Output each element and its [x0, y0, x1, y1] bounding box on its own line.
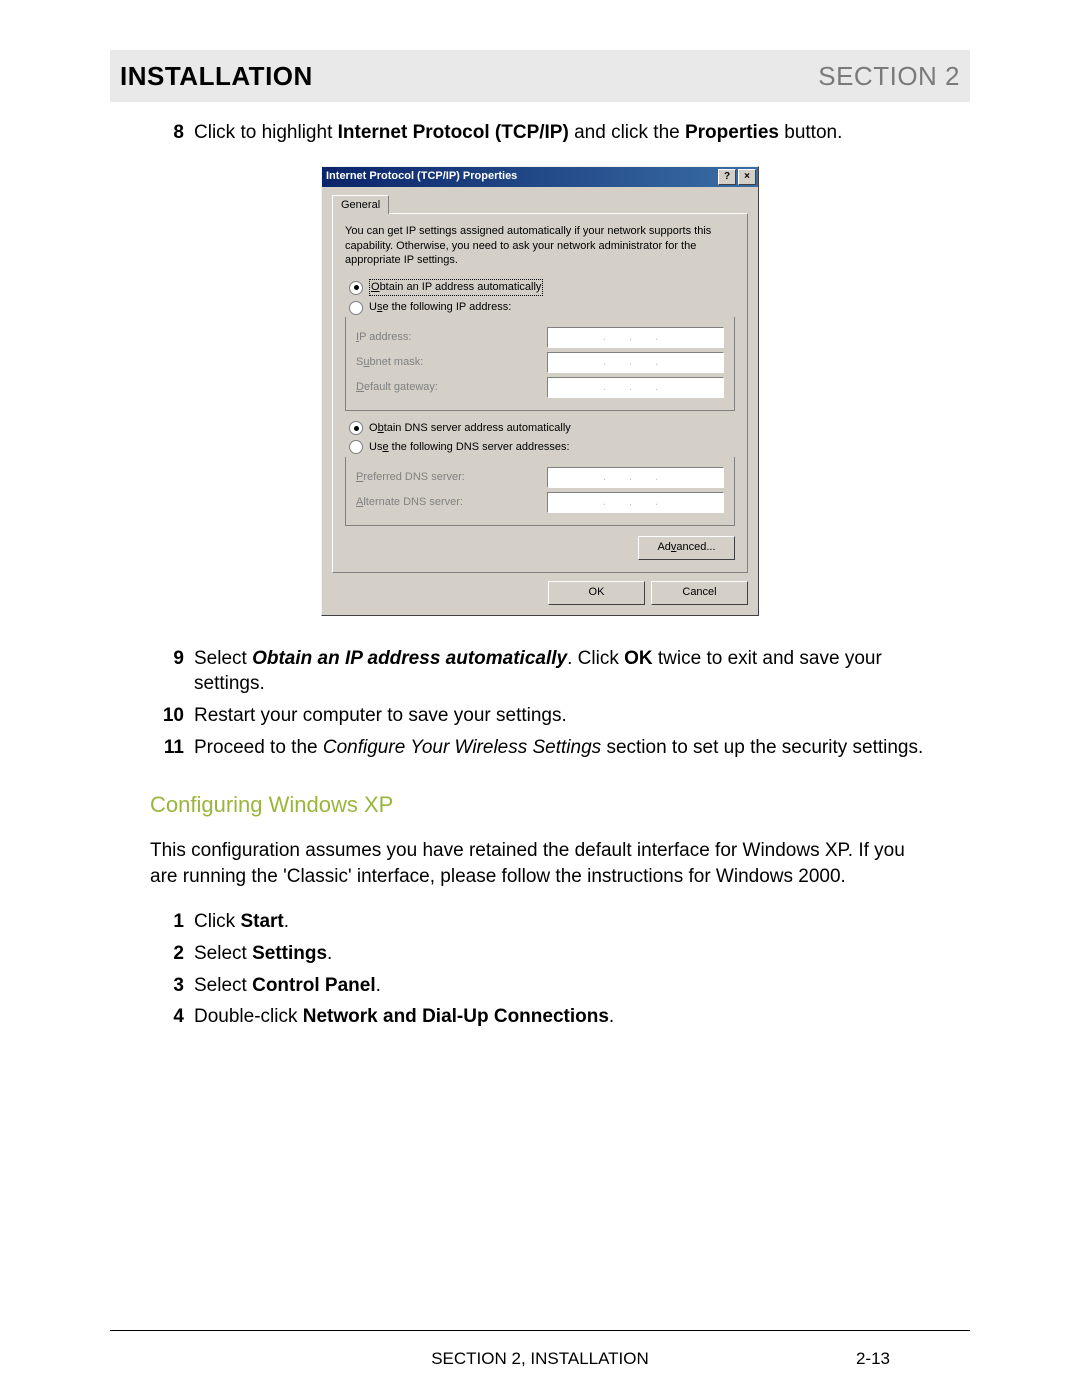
step-11: 11 Proceed to the Configure Your Wireles… [150, 735, 930, 761]
header-section: SECTION 2 [818, 61, 960, 92]
input-alternate-dns[interactable]: . . . [547, 492, 724, 513]
radio-label: Obtain DNS server address automatically [369, 421, 571, 436]
page-footer: SECTION 2, INSTALLATION 2-13 [110, 1330, 970, 1349]
step-9: 9 Select Obtain an IP address automatica… [150, 646, 930, 697]
step-number: 8 [150, 120, 194, 146]
input-preferred-dns[interactable]: . . . [547, 467, 724, 488]
radio-obtain-ip-auto[interactable]: Obtain an IP address automatically [345, 279, 735, 296]
label-ip-address: IP address: [356, 330, 411, 345]
radio-icon [349, 281, 363, 295]
label-preferred-dns: Preferred DNS server: [356, 470, 465, 485]
advanced-button[interactable]: Advanced... [638, 536, 735, 560]
close-icon[interactable]: × [738, 169, 756, 185]
xp-step-2: 2 Select Settings. [150, 941, 930, 967]
radio-label: Use the following DNS server addresses: [369, 440, 570, 455]
step-8: 8 Click to highlight Internet Protocol (… [150, 120, 930, 146]
step-text: Double-click Network and Dial-Up Connect… [194, 1004, 930, 1030]
subheading-configuring-xp: Configuring Windows XP [150, 790, 930, 820]
ok-button[interactable]: OK [548, 581, 645, 605]
step-number: 1 [150, 909, 194, 935]
dialog-title: Internet Protocol (TCP/IP) Properties [326, 169, 517, 184]
radio-label: Obtain an IP address automatically [369, 279, 543, 296]
label-default-gateway: Default gateway: [356, 380, 438, 395]
step-number: 3 [150, 973, 194, 999]
radio-icon [349, 301, 363, 315]
footer-page-number: 2-13 [856, 1349, 890, 1369]
step-number: 11 [150, 735, 194, 761]
step-number: 2 [150, 941, 194, 967]
step-text: Click to highlight Internet Protocol (TC… [194, 120, 930, 146]
xp-step-1: 1 Click Start. [150, 909, 930, 935]
tab-general[interactable]: General [332, 195, 389, 215]
label-subnet-mask: Subnet mask: [356, 355, 423, 370]
step-number: 4 [150, 1004, 194, 1030]
step-text: Select Settings. [194, 941, 930, 967]
step-number: 10 [150, 703, 194, 729]
input-default-gateway[interactable]: . . . [547, 377, 724, 398]
tcpip-properties-dialog: Internet Protocol (TCP/IP) Properties ? … [321, 166, 759, 616]
input-ip-address[interactable]: . . . [547, 327, 724, 348]
step-text: Select Control Panel. [194, 973, 930, 999]
label-alternate-dns: Alternate DNS server: [356, 495, 463, 510]
ip-fieldset: IP address: . . . Subnet mask: . . . Def… [345, 317, 735, 411]
help-icon[interactable]: ? [718, 169, 736, 185]
dialog-titlebar: Internet Protocol (TCP/IP) Properties ? … [322, 167, 758, 187]
radio-use-following-dns[interactable]: Use the following DNS server addresses: [345, 440, 735, 455]
step-text: Click Start. [194, 909, 930, 935]
radio-icon [349, 421, 363, 435]
header-title: INSTALLATION [120, 61, 313, 92]
step-text: Restart your computer to save your setti… [194, 703, 930, 729]
step-text: Proceed to the Configure Your Wireless S… [194, 735, 930, 761]
dns-fieldset: Preferred DNS server: . . . Alternate DN… [345, 457, 735, 526]
dialog-intro: You can get IP settings assigned automat… [345, 224, 735, 267]
footer-center: SECTION 2, INSTALLATION [431, 1349, 649, 1369]
xp-step-3: 3 Select Control Panel. [150, 973, 930, 999]
radio-obtain-dns-auto[interactable]: Obtain DNS server address automatically [345, 421, 735, 436]
paragraph-xp-intro: This configuration assumes you have reta… [150, 838, 930, 889]
step-text: Select Obtain an IP address automaticall… [194, 646, 930, 697]
step-10: 10 Restart your computer to save your se… [150, 703, 930, 729]
input-subnet-mask[interactable]: . . . [547, 352, 724, 373]
cancel-button[interactable]: Cancel [651, 581, 748, 605]
step-number: 9 [150, 646, 194, 697]
radio-use-following-ip[interactable]: Use the following IP address: [345, 300, 735, 315]
radio-label: Use the following IP address: [369, 300, 511, 315]
xp-step-4: 4 Double-click Network and Dial-Up Conne… [150, 1004, 930, 1030]
page-header: INSTALLATION SECTION 2 [110, 50, 970, 102]
radio-icon [349, 440, 363, 454]
